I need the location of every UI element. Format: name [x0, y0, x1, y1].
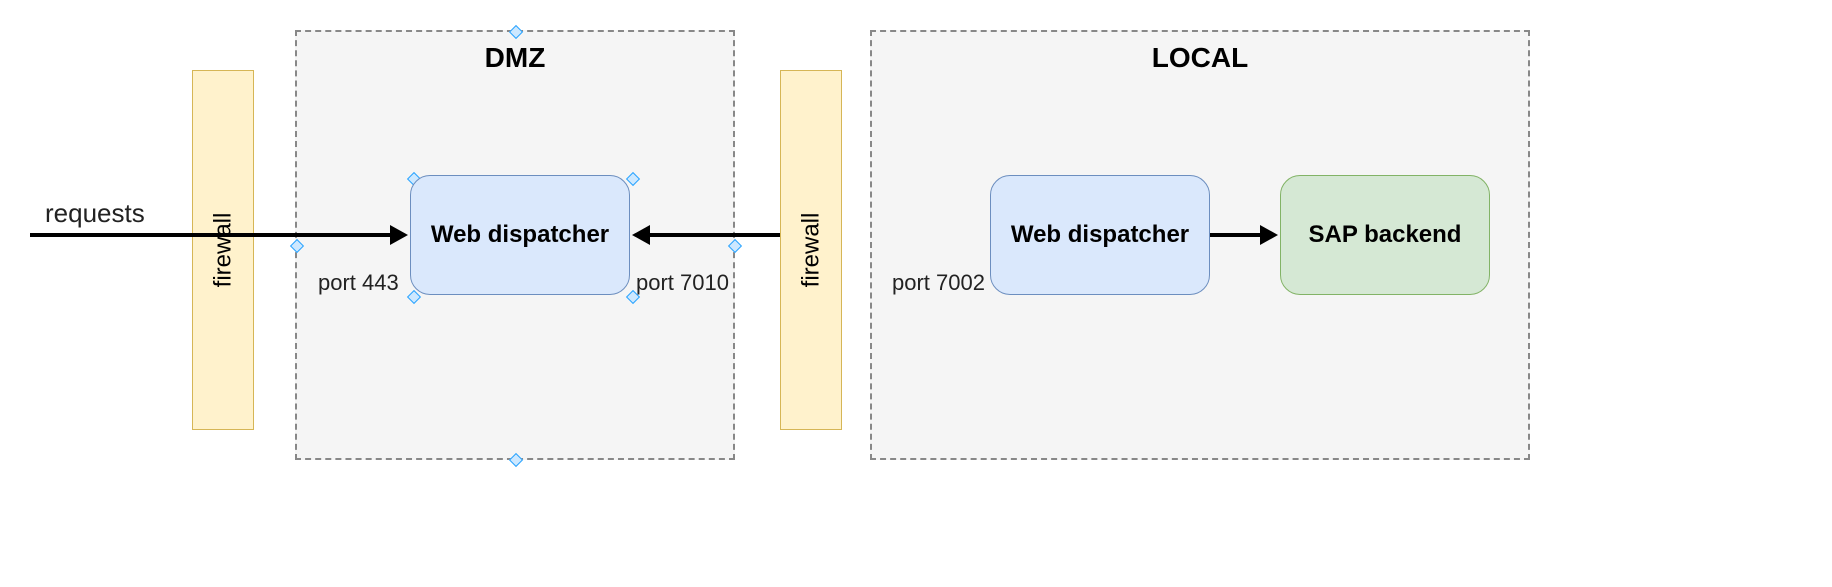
firewall-1-label: firewall: [209, 213, 237, 288]
sap-backend-label: SAP backend: [1309, 221, 1462, 249]
arrow-requests-to-wd1: [30, 233, 392, 237]
local-title: LOCAL: [872, 42, 1528, 74]
dmz-title: DMZ: [297, 42, 733, 74]
arrow-fw2-to-wd1: [650, 233, 780, 237]
web-dispatcher-dmz: Web dispatcher: [410, 175, 630, 295]
port-443-label: port 443: [318, 270, 399, 296]
web-dispatcher-dmz-label: Web dispatcher: [431, 221, 609, 249]
port-7002-label: port 7002: [892, 270, 985, 296]
arrow-head-left-icon: [632, 225, 650, 245]
arrow-wd2-to-sap: [1210, 233, 1262, 237]
firewall-2: firewall: [780, 70, 842, 430]
port-7010-label: port 7010: [636, 270, 729, 296]
requests-label: requests: [45, 198, 145, 229]
firewall-2-label: firewall: [797, 213, 825, 288]
arrow-head-right-icon: [1260, 225, 1278, 245]
web-dispatcher-local-label: Web dispatcher: [1011, 221, 1189, 249]
web-dispatcher-local: Web dispatcher: [990, 175, 1210, 295]
arrow-head-right-icon: [390, 225, 408, 245]
sap-backend: SAP backend: [1280, 175, 1490, 295]
firewall-1: firewall: [192, 70, 254, 430]
